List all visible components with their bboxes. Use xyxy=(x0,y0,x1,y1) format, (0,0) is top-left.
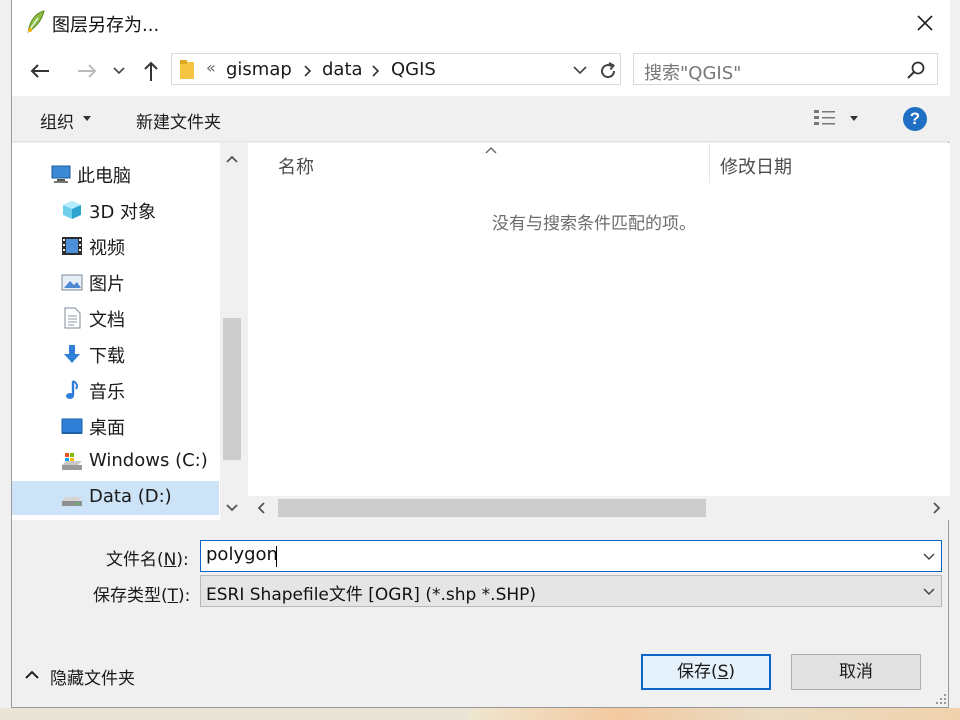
sort-ascending-icon xyxy=(485,147,497,154)
scroll-up-icon[interactable] xyxy=(224,151,240,167)
folder-icon xyxy=(180,60,194,79)
system-drive-icon xyxy=(62,453,82,470)
save-layer-dialog: 图层另存为... « gismap data QGIS 搜索"QGIS" 组织 … xyxy=(11,0,950,708)
scroll-down-icon[interactable] xyxy=(224,500,240,516)
text-cursor xyxy=(276,546,277,567)
search-input[interactable]: 搜索"QGIS" xyxy=(633,53,938,85)
organize-caret-icon[interactable] xyxy=(83,116,91,121)
new-folder-button[interactable]: 新建文件夹 xyxy=(136,108,221,133)
refresh-icon[interactable] xyxy=(596,59,620,83)
chevron-down-icon[interactable] xyxy=(921,548,937,564)
filename-label: 文件名(N): xyxy=(106,550,189,570)
cancel-button[interactable]: 取消 xyxy=(791,654,921,690)
sidebar-item-this-pc[interactable]: 此电脑 xyxy=(12,157,219,191)
cube-icon xyxy=(63,201,81,219)
chevron-right-icon[interactable] xyxy=(304,65,312,77)
sidebar-item-desktop[interactable]: 桌面 xyxy=(12,409,219,443)
sidebar-item-drive-c[interactable]: Windows (C:) xyxy=(12,445,219,479)
sidebar-item-drive-d[interactable]: Data (D:) xyxy=(12,481,219,515)
hide-folders-label: 隐藏文件夹 xyxy=(50,669,135,689)
chevron-right-icon[interactable] xyxy=(372,65,380,77)
resize-grip-icon[interactable] xyxy=(934,692,948,706)
sidebar-item-documents[interactable]: 文档 xyxy=(12,301,219,335)
computer-icon xyxy=(51,165,71,183)
video-icon xyxy=(62,237,82,255)
desktop-icon xyxy=(61,418,83,434)
view-options-caret-icon[interactable] xyxy=(850,116,858,121)
sidebar-item-music[interactable]: 音乐 xyxy=(12,373,219,407)
up-arrow-icon xyxy=(144,61,158,81)
background-map-canvas xyxy=(470,708,960,720)
breadcrumb-data[interactable]: data xyxy=(322,59,363,80)
empty-results-message: 没有与搜索条件匹配的项。 xyxy=(492,214,696,234)
scroll-left-icon[interactable] xyxy=(254,500,270,516)
scroll-right-icon[interactable] xyxy=(928,500,944,516)
navigation-bar: « gismap data QGIS 搜索"QGIS" xyxy=(12,46,950,96)
chevron-down-icon xyxy=(113,67,125,75)
chevron-down-icon[interactable] xyxy=(921,583,937,599)
column-header-modified[interactable]: 修改日期 xyxy=(720,153,792,179)
help-icon[interactable]: ? xyxy=(903,107,927,131)
forward-button[interactable] xyxy=(72,56,102,86)
save-button[interactable]: 保存(S) xyxy=(641,654,771,690)
sidebar-item-videos[interactable]: 视频 xyxy=(12,229,219,263)
filename-input[interactable]: polygon xyxy=(200,540,942,572)
chevron-up-icon xyxy=(25,670,39,679)
filetype-label: 保存类型(T): xyxy=(93,586,191,606)
navigation-pane-scrollbar[interactable] xyxy=(220,143,244,520)
address-bar[interactable]: « gismap data QGIS xyxy=(171,53,621,85)
sidebar-item-downloads[interactable]: 下载 xyxy=(12,337,219,371)
scrollbar-thumb[interactable] xyxy=(223,318,241,460)
title-bar: 图层另存为... xyxy=(12,0,950,46)
search-placeholder: 搜索"QGIS" xyxy=(644,63,742,84)
filename-value: polygon xyxy=(206,544,278,565)
back-button[interactable] xyxy=(25,56,55,86)
breadcrumb-overflow[interactable]: « xyxy=(206,58,216,77)
window-title: 图层另存为... xyxy=(52,15,160,36)
file-list-pane: 名称 修改日期 没有与搜索条件匹配的项。 xyxy=(248,143,950,520)
address-dropdown-icon[interactable] xyxy=(570,60,590,80)
recent-locations-button[interactable] xyxy=(107,56,131,86)
file-list-scrollbar[interactable] xyxy=(248,496,950,520)
organize-menu[interactable]: 组织 xyxy=(40,108,74,133)
scrollbar-thumb[interactable] xyxy=(278,499,706,517)
sidebar-item-3d-objects[interactable]: 3D 对象 xyxy=(12,193,219,227)
breadcrumb-qgis[interactable]: QGIS xyxy=(391,59,436,80)
filetype-value: ESRI Shapefile文件 [OGR] (*.shp *.SHP) xyxy=(206,585,537,605)
forward-arrow-icon xyxy=(78,64,97,78)
document-icon xyxy=(64,307,81,329)
command-bar: 组织 新建文件夹 ? xyxy=(12,96,950,142)
up-button[interactable] xyxy=(136,56,166,86)
back-arrow-icon xyxy=(30,64,49,78)
breadcrumb-gismap[interactable]: gismap xyxy=(226,59,292,80)
music-note-icon xyxy=(66,380,78,399)
sidebar-item-pictures[interactable]: 图片 xyxy=(12,265,219,299)
filetype-select[interactable]: ESRI Shapefile文件 [OGR] (*.shp *.SHP) xyxy=(200,575,942,607)
drive-icon xyxy=(62,497,82,506)
navigation-pane: 此电脑 3D 对象 视频 图片 文档 下载 音乐 桌面 Windows (C:)… xyxy=(12,143,244,520)
download-arrow-icon xyxy=(64,345,80,363)
picture-icon xyxy=(61,274,83,291)
search-icon[interactable] xyxy=(906,60,926,80)
close-icon[interactable] xyxy=(910,8,940,38)
qgis-app-icon xyxy=(27,10,45,34)
column-header-name[interactable]: 名称 xyxy=(278,153,314,179)
view-options-icon[interactable] xyxy=(813,108,837,128)
column-divider[interactable] xyxy=(709,143,710,183)
